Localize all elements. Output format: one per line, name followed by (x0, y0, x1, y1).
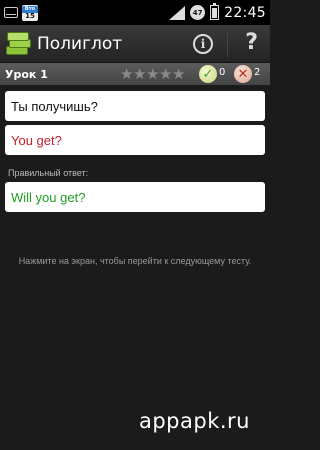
status-bar: Вто 15 47 22:45 (0, 0, 270, 25)
star-icon: ★ (172, 65, 186, 83)
alarm-icon: 47 (190, 5, 206, 20)
correct-answer-field: Will you get? (5, 182, 265, 212)
action-bar: Полиглот i ? (0, 25, 270, 63)
calendar-day: 15 (25, 11, 35, 20)
app-logo-icon[interactable] (6, 31, 32, 56)
status-time: 22:45 (224, 4, 266, 21)
star-icon: ★ (146, 65, 160, 83)
correct-count: 0 (219, 67, 226, 78)
status-right: 47 22:45 (169, 0, 266, 25)
action-divider (227, 31, 228, 57)
rating-stars: ★ ★ ★ ★ ★ (120, 66, 185, 82)
check-icon: ✓ (199, 65, 217, 83)
watermark: appapk.ru (138, 409, 250, 433)
signal-icon (169, 5, 186, 20)
wrong-count: 2 (254, 67, 261, 78)
star-icon: ★ (120, 65, 134, 83)
status-left: Вто 15 (4, 4, 38, 21)
star-icon: ★ (159, 65, 173, 83)
correct-answer-label: Правильный ответ: (8, 168, 89, 178)
cross-icon: ✕ (234, 65, 252, 83)
info-icon[interactable]: i (193, 34, 213, 54)
question-field: Ты получишь? (5, 91, 265, 121)
lesson-bar: Урок 1 ★ ★ ★ ★ ★ ✓ 0 ✕ 2 (0, 63, 270, 85)
lesson-title: Урок 1 (5, 67, 48, 81)
user-answer-field: You get? (5, 125, 265, 155)
star-icon: ★ (133, 65, 147, 83)
next-test-hint: Нажмите на экран, чтобы перейти к следую… (18, 256, 252, 266)
calendar-icon: Вто 15 (22, 4, 38, 21)
exercise-area[interactable]: Ты получишь? You get? Правильный ответ: … (0, 85, 270, 450)
battery-icon (210, 3, 220, 20)
book-icon (7, 31, 29, 41)
help-icon[interactable]: ? (245, 30, 258, 55)
mail-icon (4, 7, 18, 18)
app-title: Полиглот (37, 33, 123, 54)
